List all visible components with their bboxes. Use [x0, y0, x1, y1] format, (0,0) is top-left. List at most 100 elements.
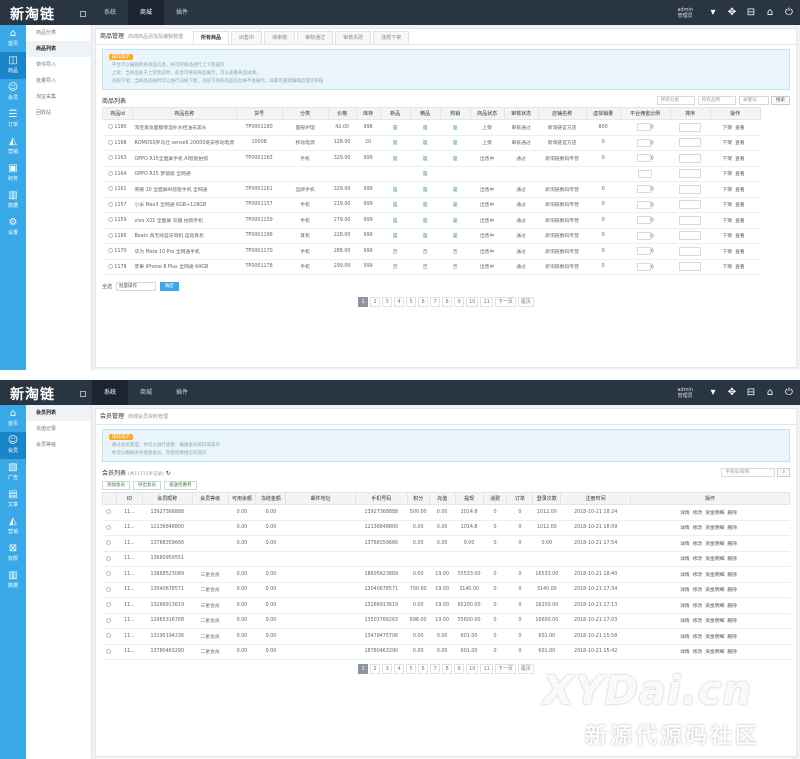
detail-link[interactable]: 详情: [680, 511, 690, 516]
sort-input[interactable]: [679, 246, 702, 256]
rate-input[interactable]: [636, 231, 651, 240]
column-header[interactable]: 店铺名称: [537, 107, 587, 120]
home-icon[interactable]: ⌂: [763, 6, 777, 20]
page-button[interactable]: 3: [382, 297, 393, 307]
page-button[interactable]: 5: [406, 664, 417, 674]
row-checkbox[interactable]: [108, 248, 114, 254]
rate-input[interactable]: [636, 200, 651, 209]
brand-select[interactable]: 所有品牌: [698, 96, 736, 105]
nav-mall[interactable]: 商城: [128, 0, 165, 25]
side-icon-order[interactable]: ☰ 订单: [0, 106, 26, 133]
view-link[interactable]: 查看: [735, 172, 745, 177]
edit-link[interactable]: 修改: [693, 526, 703, 531]
side-icon-marketing[interactable]: ◭ 营销: [0, 133, 26, 160]
tab-pending[interactable]: 待审核: [264, 31, 296, 44]
row-checkbox[interactable]: [108, 170, 114, 176]
submenu-item[interactable]: 批量导入: [26, 73, 91, 89]
detail-link[interactable]: 详情: [680, 557, 690, 562]
sort-input[interactable]: [679, 122, 702, 132]
delete-link[interactable]: 删除: [727, 511, 737, 516]
row-checkbox[interactable]: [108, 201, 114, 207]
row-checkbox[interactable]: [108, 155, 114, 161]
column-header[interactable]: 精品: [409, 107, 441, 120]
side-icon-member[interactable]: ☺ 会员: [0, 79, 26, 106]
rate-input[interactable]: [636, 138, 651, 147]
page-button[interactable]: 4: [394, 664, 405, 674]
column-header[interactable]: 分类: [281, 107, 329, 120]
category-select[interactable]: 所有分类: [657, 96, 695, 105]
submenu-item-active[interactable]: 商品列表: [26, 41, 91, 57]
tab-rejected[interactable]: 审核失败: [335, 31, 372, 44]
row-checkbox[interactable]: [106, 602, 112, 608]
page-button[interactable]: 11: [480, 297, 493, 307]
power-icon[interactable]: ⏻: [782, 386, 796, 400]
detail-link[interactable]: 详情: [680, 526, 690, 531]
row-checkbox[interactable]: [106, 633, 112, 639]
page-button[interactable]: 6: [418, 297, 429, 307]
column-header[interactable]: 库存: [355, 107, 381, 120]
page-button[interactable]: 2: [370, 297, 381, 307]
column-header[interactable]: 虚拟销量: [585, 107, 621, 120]
lock-screen-icon[interactable]: ⊟: [744, 6, 758, 20]
funds-link[interactable]: 资金明细: [705, 635, 724, 640]
row-checkbox[interactable]: [108, 232, 114, 238]
side-icon-article[interactable]: ▤ 文章: [0, 486, 26, 513]
page-button[interactable]: 8: [442, 297, 453, 307]
nav-system[interactable]: 系统: [92, 0, 128, 25]
column-header[interactable]: 价格: [327, 107, 357, 120]
view-link[interactable]: 查看: [735, 126, 745, 131]
side-icon-permission[interactable]: ⊠ 权限: [0, 540, 26, 567]
rate-input[interactable]: [636, 262, 651, 271]
view-link[interactable]: 查看: [735, 265, 745, 270]
sort-input[interactable]: [679, 153, 702, 163]
funds-link[interactable]: 资金明细: [705, 511, 724, 516]
page-button[interactable]: 7: [430, 664, 441, 674]
view-link[interactable]: 查看: [735, 234, 745, 239]
chevron-down-icon[interactable]: ▾: [706, 6, 720, 20]
page-button[interactable]: 尾页: [517, 297, 534, 307]
column-header[interactable]: 货号: [235, 107, 283, 120]
offshelf-link[interactable]: 下架: [722, 141, 732, 146]
app-logo[interactable]: 新淘链: [0, 380, 92, 405]
page-button[interactable]: 尾页: [517, 664, 534, 674]
tab-all[interactable]: 所有商品: [193, 31, 230, 44]
power-icon[interactable]: ⏻: [782, 6, 796, 20]
nav-plugin[interactable]: 插件: [164, 0, 200, 25]
edit-link[interactable]: 修改: [693, 542, 703, 547]
side-icon-marketing[interactable]: ◭ 营销: [0, 513, 26, 540]
edit-link[interactable]: 修改: [693, 604, 703, 609]
batch-select[interactable]: 批量操作: [116, 281, 157, 291]
sort-input[interactable]: [679, 231, 702, 241]
row-checkbox[interactable]: [106, 586, 112, 592]
row-checkbox[interactable]: [106, 617, 112, 623]
submenu-item[interactable]: 单件导入: [26, 57, 91, 73]
offshelf-link[interactable]: 下架: [722, 219, 732, 224]
side-icon-home[interactable]: ⌂ 首页: [0, 405, 26, 432]
sort-input[interactable]: [679, 215, 702, 225]
page-button[interactable]: 2: [370, 664, 381, 674]
column-header[interactable]: 排序: [669, 107, 711, 120]
delete-link[interactable]: 删除: [727, 588, 737, 593]
funds-link[interactable]: 资金明细: [705, 619, 724, 624]
offshelf-link[interactable]: 下架: [722, 172, 732, 177]
column-header[interactable]: 热销: [439, 107, 471, 120]
sort-input[interactable]: [679, 262, 702, 272]
row-checkbox[interactable]: [106, 540, 112, 546]
column-header[interactable]: 商品id: [102, 107, 133, 120]
row-checkbox[interactable]: [106, 571, 112, 577]
member-search-input[interactable]: 手机号/昵称: [721, 468, 776, 477]
column-header[interactable]: 审核状态: [503, 107, 539, 120]
send-coupon-button[interactable]: 发送优惠券: [164, 481, 197, 490]
menu-toggle-icon[interactable]: [80, 391, 86, 397]
row-checkbox[interactable]: [108, 124, 114, 130]
rate-input[interactable]: [638, 169, 653, 178]
side-icon-settings[interactable]: ⚙ 设置: [0, 214, 26, 241]
delete-link[interactable]: 删除: [727, 526, 737, 531]
keyword-input[interactable]: 关键词: [739, 96, 769, 105]
chevron-down-icon[interactable]: ▾: [706, 386, 720, 400]
funds-link[interactable]: 资金明细: [705, 604, 724, 609]
rate-input[interactable]: [636, 247, 651, 256]
rate-input[interactable]: [636, 123, 651, 132]
column-header[interactable]: 新品: [379, 107, 411, 120]
row-checkbox[interactable]: [106, 524, 112, 530]
